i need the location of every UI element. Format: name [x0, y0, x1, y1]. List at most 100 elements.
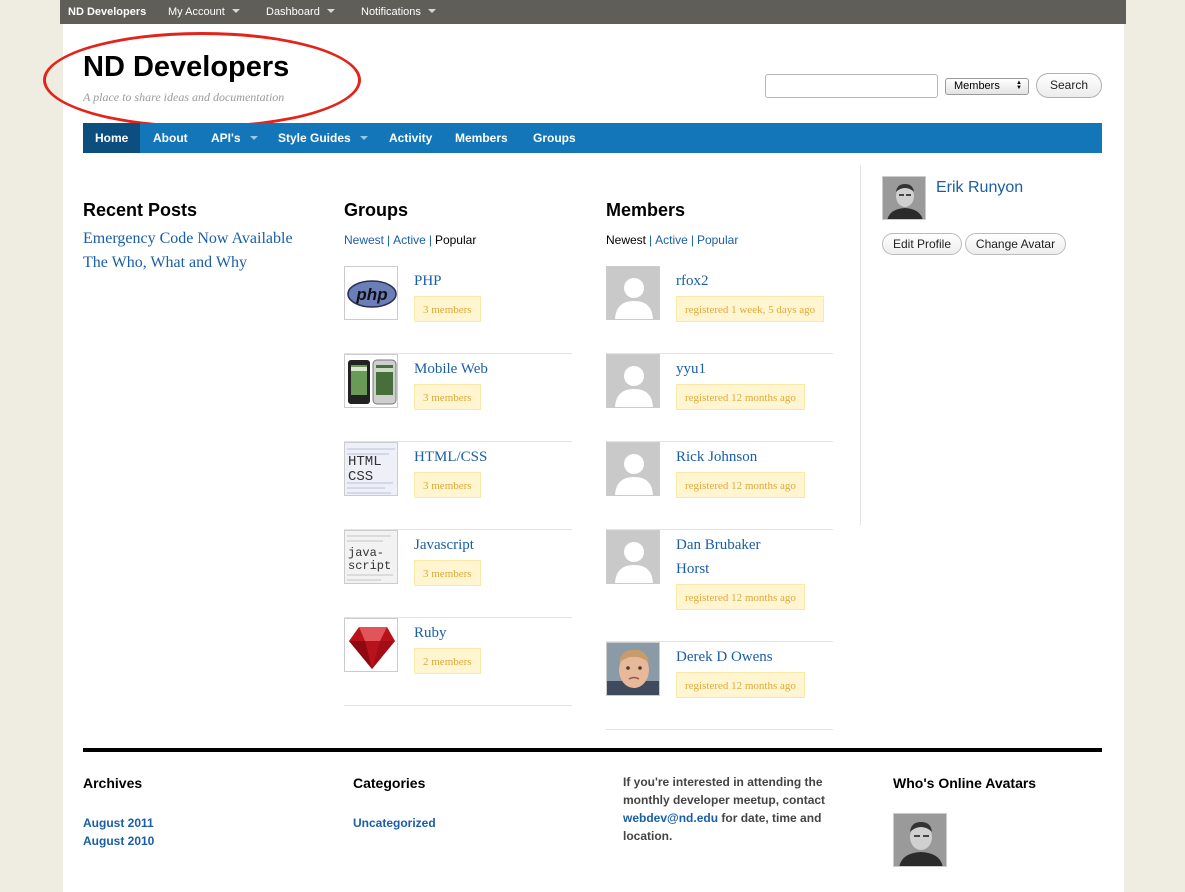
- member-name-link[interactable]: rfox2: [676, 269, 709, 293]
- default-avatar-icon[interactable]: [606, 354, 660, 408]
- archives-heading: Archives: [83, 775, 143, 791]
- recent-posts-heading: Recent Posts: [83, 200, 198, 220]
- members-filter-popular[interactable]: Popular: [697, 233, 738, 247]
- group-item: Ruby 2 members: [344, 618, 572, 706]
- member-name-line: Dan Brubaker: [676, 537, 761, 553]
- group-item: java-script Javascript 3 members: [344, 530, 572, 618]
- default-avatar-icon[interactable]: [606, 530, 660, 584]
- whos-online-heading: Who's Online Avatars: [893, 775, 1037, 791]
- admin-bar-notifications[interactable]: Notifications: [361, 0, 436, 24]
- group-item: Mobile Web 3 members: [344, 354, 572, 442]
- html-css-code-icon[interactable]: HTML CSS: [344, 442, 398, 496]
- javascript-code-icon[interactable]: java-script: [344, 530, 398, 584]
- member-count-badge: 3 members: [414, 560, 481, 586]
- recent-post-link[interactable]: The Who, What and Why: [83, 254, 247, 272]
- member-name-link[interactable]: Derek D Owens: [676, 645, 773, 669]
- admin-bar: ND Developers My Account Dashboard Notif…: [60, 0, 1126, 24]
- footer-divider: [83, 748, 1102, 752]
- member-count-badge: 3 members: [414, 384, 481, 410]
- nav-item-home[interactable]: Home: [83, 123, 140, 153]
- nav-item-style-guides-label: Style Guides: [278, 131, 351, 145]
- online-user-avatar[interactable]: [893, 813, 947, 867]
- member-name-link[interactable]: Rick Johnson: [676, 445, 757, 469]
- svg-text:php: php: [355, 285, 387, 304]
- member-name-link[interactable]: yyu1: [676, 357, 706, 381]
- ruby-gem-icon[interactable]: [344, 618, 398, 672]
- group-name-link[interactable]: HTML/CSS: [414, 445, 487, 469]
- members-filters: Newest | Active | Popular: [606, 233, 739, 247]
- highlight-circle: [43, 32, 361, 128]
- nav-item-apis-label: API's: [211, 131, 241, 145]
- registered-badge: registered 12 months ago: [676, 672, 805, 698]
- member-item: Rick Johnson registered 12 months ago: [606, 442, 833, 530]
- member-item: yyu1 registered 12 months ago: [606, 354, 833, 442]
- group-name-link[interactable]: Javascript: [414, 533, 474, 557]
- groups-filter-popular[interactable]: Popular: [435, 233, 476, 247]
- admin-bar-dashboard[interactable]: Dashboard: [266, 0, 335, 24]
- admin-bar-notifications-label: Notifications: [361, 6, 421, 18]
- search-button[interactable]: Search: [1036, 73, 1102, 98]
- svg-text:HTML: HTML: [348, 454, 382, 470]
- php-logo-icon[interactable]: php: [344, 266, 398, 320]
- nav-item-activity[interactable]: Activity: [389, 123, 432, 153]
- groups-filter-active[interactable]: Active: [393, 233, 426, 247]
- member-count-badge: 3 members: [414, 296, 481, 322]
- members-filter-active[interactable]: Active: [655, 233, 688, 247]
- chevron-down-icon: [326, 9, 335, 13]
- group-name-link[interactable]: Mobile Web: [414, 357, 488, 381]
- nav-item-groups[interactable]: Groups: [533, 123, 576, 153]
- groups-filters: Newest | Active | Popular: [344, 233, 477, 247]
- updown-arrows-icon: ▲ ▼: [1016, 80, 1022, 91]
- svg-text:CSS: CSS: [348, 469, 373, 485]
- chevron-down-icon: [231, 9, 240, 13]
- nav-item-apis[interactable]: API's: [211, 123, 258, 153]
- member-count-badge: 2 members: [414, 648, 481, 674]
- svg-text:java-: java-: [348, 546, 384, 560]
- sidebar-divider: [860, 165, 861, 525]
- meetup-text-before: If you're interested in attending the mo…: [623, 775, 826, 807]
- archive-link[interactable]: August 2010: [83, 834, 154, 848]
- chevron-down-icon: [427, 9, 436, 13]
- registered-badge: registered 12 months ago: [676, 472, 805, 498]
- nav-item-members[interactable]: Members: [455, 123, 508, 153]
- default-avatar-icon[interactable]: [606, 442, 660, 496]
- registered-badge: registered 12 months ago: [676, 584, 805, 610]
- nav-item-style-guides[interactable]: Style Guides: [278, 123, 368, 153]
- archive-link[interactable]: August 2011: [83, 816, 154, 830]
- admin-bar-site-link[interactable]: ND Developers: [68, 0, 146, 24]
- group-item: HTML CSS HTML/CSS 3 members: [344, 442, 572, 530]
- recent-post-link[interactable]: Emergency Code Now Available: [83, 230, 293, 248]
- members-heading: Members: [606, 200, 686, 220]
- members-filter-newest[interactable]: Newest: [606, 233, 646, 247]
- smartphones-icon[interactable]: [344, 354, 398, 408]
- admin-bar-my-account-label: My Account: [168, 6, 225, 18]
- groups-heading: Groups: [344, 200, 409, 220]
- search-scope-value: Members: [954, 80, 1000, 92]
- meetup-email-link[interactable]: webdev@nd.edu: [623, 811, 718, 825]
- search-scope-select[interactable]: Members ▲ ▼: [945, 78, 1029, 95]
- group-name-link[interactable]: PHP: [414, 269, 442, 293]
- group-item: php PHP 3 members: [344, 266, 572, 354]
- chevron-down-icon: [249, 136, 258, 140]
- group-name-link[interactable]: Ruby: [414, 621, 447, 645]
- member-name-link[interactable]: Dan Brubaker Horst: [676, 533, 761, 581]
- edit-profile-button[interactable]: Edit Profile: [882, 233, 962, 255]
- child-photo-avatar-icon[interactable]: [606, 642, 660, 696]
- chevron-down-icon: [359, 136, 368, 140]
- change-avatar-button[interactable]: Change Avatar: [965, 233, 1066, 255]
- nav-item-about[interactable]: About: [153, 123, 188, 153]
- groups-filter-newest[interactable]: Newest: [344, 233, 384, 247]
- svg-text:script: script: [348, 559, 391, 573]
- registered-badge: registered 1 week, 5 days ago: [676, 296, 825, 322]
- search-input[interactable]: [765, 74, 938, 98]
- admin-bar-my-account[interactable]: My Account: [168, 0, 240, 24]
- main-nav: Home About API's Style Guides Activity M…: [83, 123, 1102, 153]
- profile-name-link[interactable]: Erik Runyon: [936, 179, 1023, 197]
- meetup-text: If you're interested in attending the mo…: [623, 773, 843, 845]
- registered-badge: registered 12 months ago: [676, 384, 805, 410]
- member-item: Dan Brubaker Horst registered 12 months a…: [606, 530, 833, 642]
- profile-avatar[interactable]: [882, 176, 926, 220]
- default-avatar-icon[interactable]: [606, 266, 660, 320]
- category-link[interactable]: Uncategorized: [353, 816, 436, 830]
- member-item: Derek D Owens registered 12 months ago: [606, 642, 833, 730]
